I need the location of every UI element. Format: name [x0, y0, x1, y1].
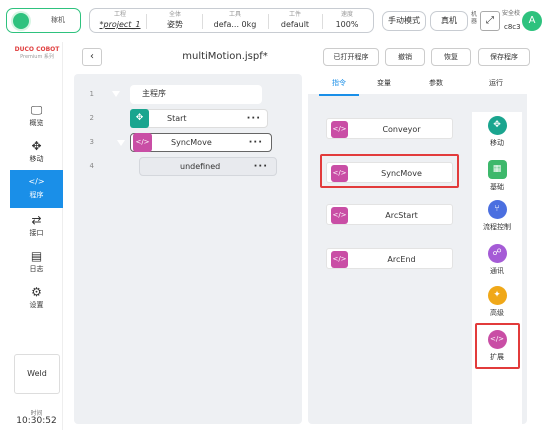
avatar[interactable]: A: [522, 11, 542, 31]
code-icon: </>: [28, 177, 45, 186]
status-project: 工程 *project_1: [99, 11, 141, 29]
manual-mode-button[interactable]: 手动模式: [382, 11, 426, 31]
line-number: 2: [89, 114, 94, 122]
open-program-button[interactable]: 已打开程序: [323, 48, 379, 66]
monitor-icon: 🖵: [30, 103, 43, 117]
status-tool: 工具 defa... 0kg: [213, 11, 257, 29]
line-number: 1: [89, 90, 94, 98]
move-icon: ✥: [31, 139, 42, 153]
sidebar-item-overview[interactable]: 🖵 概览: [10, 98, 63, 136]
swap-icon: ⇄: [31, 213, 42, 227]
more-icon[interactable]: ···: [254, 158, 268, 175]
status-pose: 全体 姿势: [167, 11, 183, 29]
status-workpiece: 工件 default: [280, 11, 310, 29]
calendar-icon: ▤: [30, 249, 43, 263]
category-advanced[interactable]: ✦ 高级: [472, 286, 522, 318]
sidebar-item-log[interactable]: ▤ 日志: [10, 244, 63, 282]
code-icon: </>: [331, 207, 348, 224]
top-bar: 稼机 工程 *project_1 全体 姿势 工具 defa... 0kg 工件…: [0, 0, 546, 38]
status-bar[interactable]: 工程 *project_1 全体 姿势 工具 defa... 0kg 工件 de…: [89, 8, 374, 33]
expand-icon[interactable]: ⤢: [480, 11, 500, 31]
side-label: 机器: [471, 11, 478, 25]
main-program-label: 主程序: [142, 89, 166, 98]
sidebar-item-settings[interactable]: ⚙ 设置: [10, 280, 63, 318]
move-icon: ✥: [130, 109, 149, 128]
sidebar-item-program[interactable]: </> 程序: [10, 170, 63, 208]
code-icon: </>: [331, 251, 348, 268]
tree-node-undefined[interactable]: undefined ···: [139, 157, 277, 176]
tree-node-main[interactable]: 主程序: [130, 85, 262, 104]
tree-node-start[interactable]: ✥ Start ···: [130, 109, 268, 128]
category-flow-control[interactable]: ⑂ 流程控制: [472, 200, 522, 232]
category-basic[interactable]: ▦ 基础: [472, 160, 522, 192]
category-column: ✥ 移动 ▦ 基础 ⑂ 流程控制 ☍ 通讯 ✦ 高级 </> 扩展: [472, 112, 522, 424]
line-number: 4: [89, 162, 94, 170]
sidebar-item-move[interactable]: ✥ 移动: [10, 134, 63, 172]
tab-run[interactable]: 运行: [476, 78, 516, 88]
command-arcstart[interactable]: </> ArcStart: [326, 204, 453, 225]
more-icon[interactable]: ···: [247, 110, 261, 127]
weld-button[interactable]: Weld: [14, 354, 60, 394]
tab-variables[interactable]: 变量: [364, 78, 404, 88]
more-icon[interactable]: ···: [249, 134, 263, 151]
category-move[interactable]: ✥ 移动: [472, 116, 522, 148]
collapse-icon[interactable]: [112, 91, 120, 97]
advanced-icon: ✦: [487, 286, 507, 305]
tab-instructions[interactable]: 指令: [319, 78, 359, 88]
power-label: 稼机: [51, 16, 65, 24]
category-communication[interactable]: ☍ 通讯: [472, 244, 522, 276]
network-icon: ☍: [487, 244, 507, 263]
real-machine-button[interactable]: 真机: [430, 11, 468, 31]
sidebar: DUCO COBOT Premium 系列 🖵 概览 ✥ 移动 </> 程序 ⇄…: [10, 42, 63, 430]
safety-label: 安全校: [502, 10, 521, 17]
grid-icon: ▦: [487, 160, 507, 179]
status-speed: 速度 100%: [335, 11, 359, 29]
redo-button[interactable]: 恢复: [431, 48, 471, 66]
active-tab-indicator: [319, 94, 359, 96]
tab-parameters[interactable]: 参数: [416, 78, 456, 88]
move-icon: ✥: [487, 116, 507, 135]
command-arcend[interactable]: </> ArcEnd: [326, 248, 453, 269]
tree-node-syncmove[interactable]: </> SyncMove ···: [130, 133, 272, 152]
code-icon: </>: [331, 121, 348, 138]
power-toggle[interactable]: 稼机: [6, 8, 81, 33]
highlight-box-command: [320, 154, 459, 188]
file-title: multiMotion.jspf*: [182, 51, 268, 62]
power-status-icon: [13, 13, 29, 29]
safety-code: c8c3: [504, 23, 521, 31]
gear-icon: ⚙: [31, 285, 42, 299]
logo: DUCO COBOT Premium 系列: [14, 46, 60, 60]
command-conveyor[interactable]: </> Conveyor: [326, 118, 453, 139]
flow-icon: ⑂: [487, 200, 507, 219]
save-program-button[interactable]: 保存程序: [478, 48, 530, 66]
back-button[interactable]: ‹: [82, 48, 102, 66]
line-number: 3: [89, 138, 94, 146]
highlight-box-extension: [475, 323, 520, 369]
undo-button[interactable]: 撤销: [385, 48, 425, 66]
sidebar-item-interface[interactable]: ⇄ 接口: [10, 208, 63, 246]
time-value: 10:30:52: [16, 416, 57, 426]
code-icon: </>: [133, 133, 152, 152]
collapse-icon[interactable]: [117, 140, 125, 146]
